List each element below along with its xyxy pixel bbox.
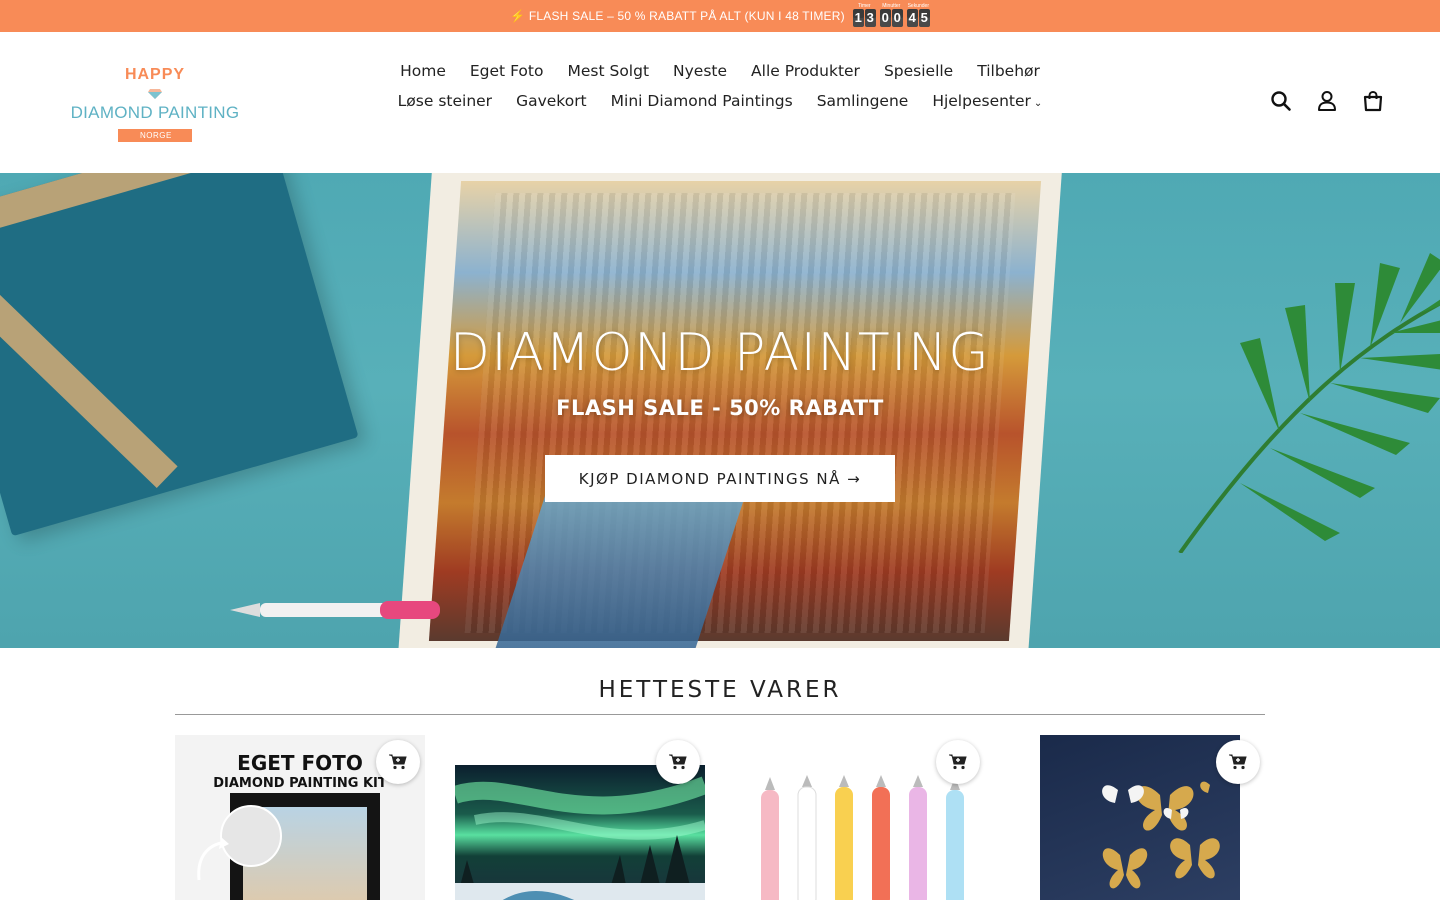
site-logo[interactable]: HAPPY DIAMOND PAINTING NORGE	[60, 66, 250, 142]
butterflies-image	[1102, 781, 1220, 889]
nav-item-alle-produkter[interactable]: Alle Produkter	[739, 56, 872, 86]
nav-item-hjelpesenter[interactable]: Hjelpesenter ⌄	[920, 86, 1054, 119]
nav-item-tilbehor[interactable]: Tilbehør	[965, 56, 1052, 86]
cart-icon	[1363, 90, 1383, 112]
countdown-seconds: Sekunder 4 5	[906, 3, 930, 27]
nav-item-eget-foto[interactable]: Eget Foto	[458, 56, 556, 86]
countdown-hours: Timer 1 3	[852, 3, 876, 27]
add-to-cart-button[interactable]	[1216, 740, 1260, 784]
announcement-text: ⚡ FLASH SALE – 50 % RABATT PÅ ALT (KUN I…	[510, 9, 845, 23]
cart-plus-icon	[669, 754, 687, 770]
product-image[interactable]	[1040, 735, 1240, 900]
nav-item-spesielle[interactable]: Spesielle	[872, 56, 965, 86]
logo-country-badge: NORGE	[118, 129, 192, 142]
section-divider	[175, 714, 1265, 715]
product-grid: EGET FOTO DIAMOND PAINTING KIT	[175, 735, 1265, 900]
diamond-icon	[148, 89, 162, 99]
product-card[interactable]	[735, 735, 985, 900]
site-header: HAPPY DIAMOND PAINTING NORGE Home Eget F…	[0, 32, 1440, 173]
product-card[interactable]: EGET FOTO DIAMOND PAINTING KIT	[175, 735, 425, 900]
add-to-cart-button[interactable]	[936, 740, 980, 784]
logo-happy-text: HAPPY	[124, 66, 186, 83]
product-card[interactable]	[455, 735, 705, 900]
account-button[interactable]	[1315, 89, 1339, 113]
header-actions	[1269, 89, 1385, 113]
hero-title: DIAMOND PAINTING	[449, 323, 991, 383]
hero-subtitle: FLASH SALE - 50% RABATT	[556, 396, 884, 420]
countdown-digit: 1	[852, 9, 864, 27]
cart-button[interactable]	[1361, 89, 1385, 113]
nav-item-home[interactable]: Home	[388, 56, 458, 86]
arrow-icon	[197, 837, 229, 881]
account-icon	[1318, 91, 1336, 111]
product-card[interactable]	[1040, 735, 1290, 900]
cart-plus-icon	[949, 754, 967, 770]
diamond-pen-image	[230, 601, 440, 619]
nav-item-mest-solgt[interactable]: Mest Solgt	[555, 56, 661, 86]
add-to-cart-button[interactable]	[376, 740, 420, 784]
northern-lights-image	[455, 776, 705, 900]
nav-item-samlingene[interactable]: Samlingene	[805, 86, 921, 119]
nav-item-mini-diamond-paintings[interactable]: Mini Diamond Paintings	[599, 86, 805, 119]
countdown-timer: Timer 1 3 Minutter 0 0 Sekunder 4 5	[852, 3, 930, 27]
hero-banner: DIAMOND PAINTING FLASH SALE - 50% RABATT…	[0, 173, 1440, 648]
cart-plus-icon	[1229, 754, 1247, 770]
section-title: HETTESTE VARER	[598, 677, 842, 703]
nav-item-gavekort[interactable]: Gavekort	[504, 86, 599, 119]
nav-item-hjelpesenter-label: Hjelpesenter	[932, 92, 1031, 110]
countdown-digit: 3	[864, 9, 876, 27]
ribbon-decoration	[0, 173, 276, 248]
countdown-minutes: Minutter 0 0	[879, 3, 903, 27]
product-image[interactable]	[455, 765, 705, 900]
search-icon	[1271, 91, 1291, 111]
main-navigation: Home Eget Foto Mest Solgt Nyeste Alle Pr…	[380, 56, 1060, 119]
countdown-digit: 0	[891, 9, 903, 27]
hero-cta-button[interactable]: KJØP DIAMOND PAINTINGS NÅ →	[545, 455, 895, 502]
countdown-digit: 4	[906, 9, 918, 27]
cart-plus-icon	[389, 754, 407, 770]
logo-main-text: DIAMOND PAINTING	[70, 103, 240, 122]
nav-item-lose-steiner[interactable]: Løse steiner	[386, 86, 504, 119]
countdown-digit: 5	[918, 9, 930, 27]
add-to-cart-button[interactable]	[656, 740, 700, 784]
announcement-bar: ⚡ FLASH SALE – 50 % RABATT PÅ ALT (KUN I…	[0, 0, 1440, 32]
countdown-digit: 0	[879, 9, 891, 27]
search-button[interactable]	[1269, 89, 1293, 113]
chevron-down-icon: ⌄	[1033, 98, 1043, 109]
nav-item-nyeste[interactable]: Nyeste	[661, 56, 739, 86]
